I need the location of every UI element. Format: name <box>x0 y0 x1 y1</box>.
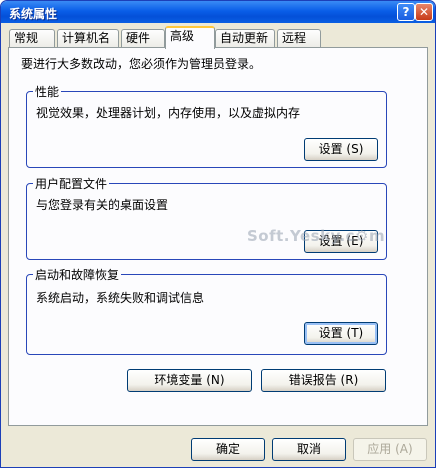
performance-description: 视觉效果，处理器计划，内存使用，以及虚拟内存 <box>36 106 301 120</box>
ok-button[interactable]: 确定 <box>191 438 265 461</box>
startup-recovery-group: 启动和故障恢复 系统启动，系统失败和调试信息 设置 (T) <box>26 266 387 355</box>
close-button[interactable]: ✕ <box>415 3 433 21</box>
tab-remote[interactable]: 远程 <box>277 29 321 48</box>
tab-advanced[interactable]: 高级 <box>165 26 215 49</box>
apply-button[interactable]: 应用 (A) <box>353 438 427 461</box>
tab-strip: 常规 计算机名 硬件 高级 自动更新 远程 <box>1 23 435 49</box>
tab-computer-name[interactable]: 计算机名 <box>57 29 119 48</box>
user-profiles-group: 用户配置文件 与您登录有关的桌面设置 设置 (E) <box>26 175 387 260</box>
tab-hardware[interactable]: 硬件 <box>121 29 165 48</box>
startup-recovery-description: 系统启动，系统失败和调试信息 <box>36 291 205 305</box>
watermark-text: Soft.Yesky.c⚙m <box>247 227 386 245</box>
performance-settings-button[interactable]: 设置 (S) <box>304 138 378 161</box>
user-profiles-description: 与您登录有关的桌面设置 <box>36 198 169 212</box>
window-title: 系统属性 <box>9 7 58 21</box>
system-properties-window: 系统属性 ? ✕ 常规 计算机名 硬件 高级 自动更新 远程 要进行大多数改动，… <box>0 0 436 468</box>
tab-automatic-updates[interactable]: 自动更新 <box>215 29 275 48</box>
error-reporting-button[interactable]: 错误报告 (R) <box>261 369 386 392</box>
environment-variables-button[interactable]: 环境变量 (N) <box>127 369 252 392</box>
title-bar[interactable]: 系统属性 ? ✕ <box>1 1 435 23</box>
admin-notice: 要进行大多数改动，您必须作为管理员登录。 <box>21 57 262 71</box>
performance-group: 性能 视觉效果，处理器计划，内存使用，以及虚拟内存 设置 (S) <box>26 83 387 168</box>
user-profiles-group-label: 用户配置文件 <box>33 175 110 192</box>
cancel-button[interactable]: 取消 <box>272 438 346 461</box>
performance-group-label: 性能 <box>33 83 62 100</box>
tab-general[interactable]: 常规 <box>9 29 55 48</box>
help-button[interactable]: ? <box>397 3 415 21</box>
startup-recovery-group-label: 启动和故障恢复 <box>33 266 122 283</box>
startup-recovery-settings-button[interactable]: 设置 (T) <box>304 322 378 345</box>
